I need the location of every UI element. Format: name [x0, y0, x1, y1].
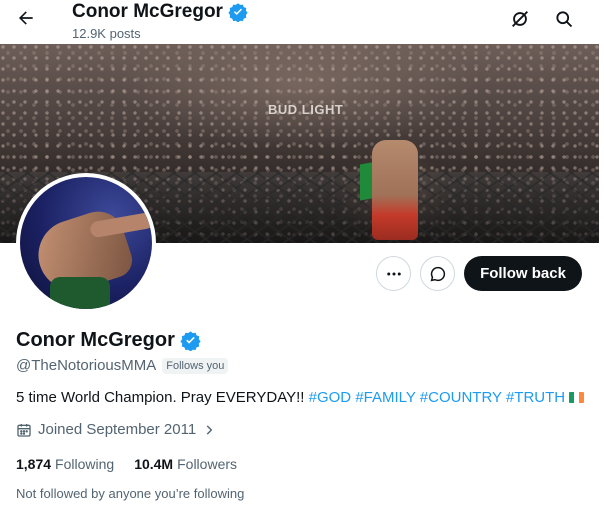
followers-link[interactable]: 10.4M Followers	[134, 456, 237, 472]
banner-sign: BUD LIGHT	[268, 102, 344, 117]
joined-text: Joined September 2011	[38, 421, 197, 438]
banner-fighter	[372, 140, 418, 240]
back-button[interactable]	[12, 4, 40, 32]
profile-header: Conor McGregor 12.9K posts	[0, 0, 604, 44]
verified-badge-icon[interactable]	[180, 330, 201, 351]
profile-name-row: Conor McGregor	[16, 329, 201, 352]
following-count: 1,874	[16, 456, 52, 472]
bio-text: 5 time World Champion. Pray EVERYDAY!!	[16, 389, 305, 406]
verified-badge-icon	[228, 3, 248, 22]
calendar-icon	[17, 423, 31, 437]
profile-name: Conor McGregor	[16, 329, 175, 351]
notifications-off-icon	[512, 11, 528, 27]
chevron-right-icon	[206, 424, 213, 435]
header-name: Conor McGregor	[72, 1, 223, 22]
message-button[interactable]	[420, 256, 455, 291]
following-label: Following	[55, 456, 115, 472]
followers-label: Followers	[177, 456, 238, 472]
search-button[interactable]	[551, 6, 577, 32]
post-count: 12.9K posts	[72, 26, 141, 41]
search-icon	[556, 11, 573, 28]
profile-bio: 5 time World Champion. Pray EVERYDAY!! #…	[16, 389, 585, 406]
header-title: Conor McGregor	[72, 1, 248, 23]
handle-row: @TheNotoriousMMA Follows you	[16, 357, 229, 374]
hashtag-country[interactable]: #COUNTRY	[420, 389, 502, 406]
ireland-flag-icon	[569, 392, 585, 403]
hashtag-family[interactable]: #FAMILY	[355, 389, 415, 406]
hashtag-truth[interactable]: #TRUTH	[506, 389, 565, 406]
hashtag-god[interactable]: #GOD	[309, 389, 352, 406]
follows-you-badge: Follows you	[162, 357, 229, 374]
followers-count: 10.4M	[134, 456, 174, 472]
avatar[interactable]	[16, 173, 156, 313]
profile-handle: @TheNotoriousMMA	[16, 357, 157, 374]
avatar-image	[20, 177, 152, 309]
notifications-button[interactable]	[507, 6, 533, 32]
back-arrow-icon	[19, 11, 33, 25]
mutual-followers-note: Not followed by anyone you’re following	[16, 486, 245, 501]
avatar-figure-shorts	[50, 277, 110, 309]
message-icon	[430, 266, 445, 281]
more-dots-icon	[386, 272, 401, 275]
following-link[interactable]: 1,874 Following	[16, 456, 114, 472]
follow-back-button[interactable]: Follow back	[464, 256, 582, 291]
joined-date[interactable]: Joined September 2011	[16, 421, 216, 438]
more-button[interactable]	[376, 256, 411, 291]
follow-stats: 1,874 Following 10.4M Followers	[16, 456, 237, 472]
